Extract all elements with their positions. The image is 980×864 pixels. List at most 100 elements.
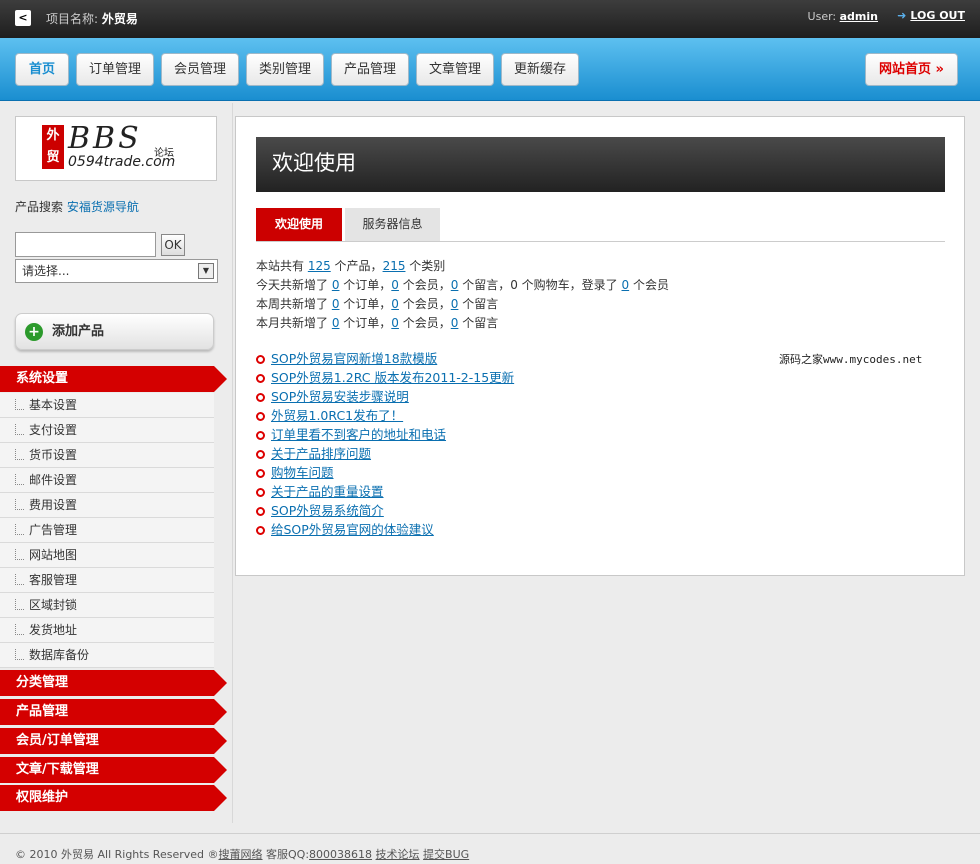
list-item: 外贸易1.0RC1发布了！: [256, 406, 514, 425]
today-members-link[interactable]: 0: [391, 278, 399, 292]
sidebar-menu: 系统设置 基本设置 支付设置 货币设置 邮件设置 费用设置 广告管理 网站地图 …: [0, 366, 230, 811]
sidebar-item-ship-address[interactable]: 发货地址: [0, 618, 214, 643]
ok-button[interactable]: OK: [161, 234, 185, 256]
list-item: SOP外贸易安装步骤说明: [256, 387, 514, 406]
bug-link[interactable]: 提交BUG: [423, 848, 469, 861]
news-list: SOP外贸易官网新增18款模版 SOP外贸易1.2RC 版本发布2011-2-1…: [256, 349, 514, 539]
nav-refresh-cache[interactable]: 更新缓存: [501, 53, 579, 86]
sidebar-item-region-block[interactable]: 区域封锁: [0, 593, 214, 618]
category-select[interactable]: 请选择... ▼: [15, 259, 218, 283]
sidebar-item-ads[interactable]: 广告管理: [0, 518, 214, 543]
stats-text: 本站共有: [256, 259, 308, 273]
project-label: 项目名称:: [46, 12, 99, 26]
stats-text: 个订单，: [339, 278, 392, 292]
search-label: 产品搜索 安福货源导航: [15, 198, 139, 215]
copyright: © 2010 外贸易 All Rights Reserved ®: [15, 848, 219, 861]
nav-members[interactable]: 会员管理: [161, 53, 239, 86]
tab-bar: 欢迎使用 服务器信息: [256, 208, 945, 242]
footer: © 2010 外贸易 All Rights Reserved ®搜莆网络 客服Q…: [15, 846, 469, 862]
news-link[interactable]: 给SOP外贸易官网的体验建议: [271, 522, 434, 537]
product-count-link[interactable]: 125: [308, 259, 331, 273]
stats-text: 个留言: [458, 297, 499, 311]
list-item: SOP外贸易官网新增18款模版: [256, 349, 514, 368]
stats-text: 个会员: [629, 278, 669, 292]
sidebar-item-support[interactable]: 客服管理: [0, 568, 214, 593]
stats-text: 个订单，: [339, 297, 392, 311]
search-label-text: 产品搜索: [15, 200, 64, 214]
divider: [232, 103, 233, 823]
page-title: 欢迎使用: [256, 137, 945, 192]
stats-week: 本周共新增了 0 个订单，0 个会员，0 个留言: [256, 295, 669, 314]
logo: 外贸 BBS 论坛 0594trade.com: [15, 116, 217, 181]
project-name: 外贸易: [101, 12, 138, 26]
user-label: User:: [807, 10, 837, 23]
stats-text: 本周共新增了: [256, 297, 332, 311]
stats-text: 个留言: [458, 316, 499, 330]
search-nav-link[interactable]: 安福货源导航: [67, 200, 139, 214]
stats-month: 本月共新增了 0 个订单，0 个会员，0 个留言: [256, 314, 669, 333]
stats-text: 个产品，: [330, 259, 383, 273]
nav-home[interactable]: 首页: [15, 53, 69, 86]
stats-block: 本站共有 125 个产品，215 个类别 今天共新增了 0 个订单，0 个会员，…: [256, 257, 669, 333]
qq-link[interactable]: 800038618: [309, 848, 372, 861]
news-link[interactable]: SOP外贸易安装步骤说明: [271, 389, 409, 404]
nav-products[interactable]: 产品管理: [331, 53, 409, 86]
tab-server-info[interactable]: 服务器信息: [345, 208, 440, 241]
footer-divider: [0, 833, 980, 834]
sidebar-section-category[interactable]: 分类管理: [0, 670, 227, 696]
sidebar-section-member-order[interactable]: 会员/订单管理: [0, 728, 227, 754]
news-link[interactable]: 订单里看不到客户的地址和电话: [271, 427, 446, 442]
sidebar-item-sitemap[interactable]: 网站地图: [0, 543, 214, 568]
sidebar-item-payment[interactable]: 支付设置: [0, 418, 214, 443]
stats-text: 今天共新增了: [256, 278, 332, 292]
sidebar-section-article-download[interactable]: 文章/下载管理: [0, 757, 227, 783]
sidebar-item-email[interactable]: 邮件设置: [0, 468, 214, 493]
nav-categories[interactable]: 类别管理: [246, 53, 324, 86]
stats-text: 个会员，: [398, 297, 451, 311]
list-item: 关于产品的重量设置: [256, 482, 514, 501]
company-link[interactable]: 搜莆网络: [219, 848, 263, 861]
site-home-button[interactable]: 网站首页 »: [865, 53, 958, 86]
today-logins-link[interactable]: 0: [622, 278, 630, 292]
news-link[interactable]: 购物车问题: [271, 465, 334, 480]
news-link[interactable]: 外贸易1.0RC1发布了！: [271, 408, 403, 423]
news-link[interactable]: 关于产品排序问题: [271, 446, 371, 461]
list-item: 购物车问题: [256, 463, 514, 482]
logo-domain: 0594trade.com: [68, 154, 176, 170]
news-link[interactable]: SOP外贸易官网新增18款模版: [271, 351, 437, 366]
add-product-button[interactable]: + 添加产品: [15, 313, 214, 350]
news-link[interactable]: SOP外贸易系统简介: [271, 503, 384, 518]
sidebar-section-product[interactable]: 产品管理: [0, 699, 227, 725]
sidebar-section-system[interactable]: 系统设置: [0, 366, 227, 392]
logo-bbs: BBS: [68, 121, 142, 156]
nav-orders[interactable]: 订单管理: [76, 53, 154, 86]
tab-welcome[interactable]: 欢迎使用: [256, 208, 342, 241]
sidebar-item-currency[interactable]: 货币设置: [0, 443, 214, 468]
list-item: SOP外贸易1.2RC 版本发布2011-2-15更新: [256, 368, 514, 387]
forum-link[interactable]: 技术论坛: [376, 848, 420, 861]
news-link[interactable]: SOP外贸易1.2RC 版本发布2011-2-15更新: [271, 370, 514, 385]
user-link[interactable]: admin: [840, 10, 878, 23]
plus-icon: +: [25, 323, 43, 341]
category-count-link[interactable]: 215: [383, 259, 406, 273]
news-link[interactable]: 关于产品的重量设置: [271, 484, 384, 499]
logout: ➜ LOG OUT: [897, 9, 965, 22]
nav-articles[interactable]: 文章管理: [416, 53, 494, 86]
main-nav: 首页 订单管理 会员管理 类别管理 产品管理 文章管理 更新缓存 网站首页 »: [0, 38, 980, 101]
sidebar-item-basic[interactable]: 基本设置: [0, 393, 214, 418]
chevron-down-icon[interactable]: ▼: [198, 263, 214, 279]
stats-text: 个会员，: [398, 316, 451, 330]
list-item: 给SOP外贸易官网的体验建议: [256, 520, 514, 539]
user-info: User: admin: [808, 10, 878, 23]
sidebar-item-fees[interactable]: 费用设置: [0, 493, 214, 518]
add-product-label: 添加产品: [52, 324, 105, 339]
logout-link[interactable]: LOG OUT: [910, 9, 965, 22]
stats-text: 个会员，: [398, 278, 451, 292]
arrow-right-icon: ➜: [897, 9, 907, 22]
sidebar-section-permissions[interactable]: 权限维护: [0, 785, 227, 811]
month-members-link[interactable]: 0: [391, 316, 399, 330]
search-input[interactable]: [15, 232, 156, 257]
week-members-link[interactable]: 0: [391, 297, 399, 311]
back-button[interactable]: <: [15, 10, 31, 26]
sidebar-item-db-backup[interactable]: 数据库备份: [0, 643, 214, 668]
